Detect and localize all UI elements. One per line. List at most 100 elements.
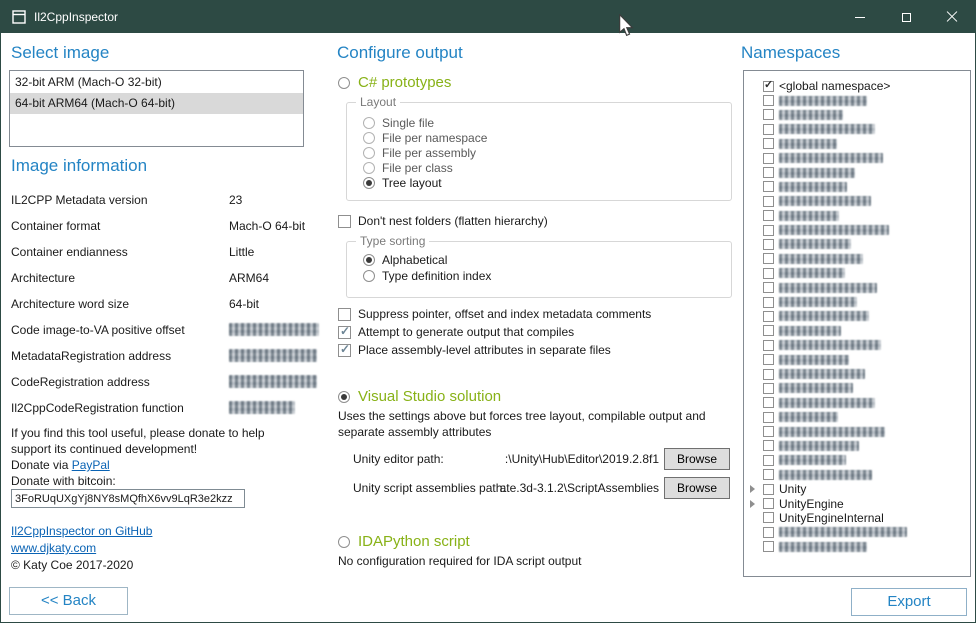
namespace-row[interactable] [750, 424, 970, 438]
redacted-namespace [779, 268, 845, 278]
namespace-row[interactable]: UnityEngineInternal [750, 511, 970, 525]
namespace-row[interactable]: UnityEngine [750, 496, 970, 510]
namespace-row[interactable] [750, 381, 970, 395]
namespace-checkbox[interactable] [763, 484, 774, 495]
namespace-checkbox[interactable] [763, 527, 774, 538]
namespace-checkbox[interactable] [763, 383, 774, 394]
namespace-row[interactable] [750, 295, 970, 309]
namespace-checkbox[interactable] [763, 282, 774, 293]
radio-alphabetical[interactable]: Alphabetical [363, 253, 447, 267]
browse-script-button[interactable]: Browse [664, 477, 730, 499]
namespace-row[interactable] [750, 468, 970, 482]
namespace-checkbox[interactable] [763, 153, 774, 164]
namespace-list: <global namespace> UnityUnityEngineUnityE… [743, 70, 971, 577]
radio-type-definition-index[interactable]: Type definition index [363, 269, 491, 283]
namespace-checkbox[interactable] [763, 354, 774, 365]
radio-file-per-namespace[interactable]: File per namespace [363, 131, 487, 145]
namespace-checkbox[interactable] [763, 469, 774, 480]
namespace-checkbox[interactable] [763, 210, 774, 221]
suppress-checkbox-row[interactable]: Suppress pointer, offset and index metad… [338, 307, 651, 321]
expander-icon[interactable] [750, 485, 763, 493]
namespace-checkbox[interactable] [763, 426, 774, 437]
namespace-checkbox[interactable] [763, 167, 774, 178]
image-list-item[interactable]: 32-bit ARM (Mach-O 32-bit) [10, 72, 303, 93]
expander-icon[interactable] [750, 500, 763, 508]
namespace-checkbox[interactable] [763, 124, 774, 135]
namespace-row[interactable] [750, 338, 970, 352]
namespace-row[interactable]: Unity [750, 482, 970, 496]
namespace-row[interactable] [750, 453, 970, 467]
namespace-checkbox[interactable] [763, 109, 774, 120]
namespace-checkbox[interactable] [763, 311, 774, 322]
namespace-checkbox[interactable] [763, 412, 774, 423]
namespace-row[interactable] [750, 525, 970, 539]
website-link[interactable]: www.djkaty.com [11, 541, 96, 555]
namespace-checkbox[interactable] [763, 340, 774, 351]
namespace-checkbox[interactable] [763, 225, 774, 236]
namespace-checkbox[interactable] [763, 253, 774, 264]
namespace-checkbox[interactable] [763, 138, 774, 149]
maximize-button[interactable] [883, 1, 929, 33]
radio-file-per-class[interactable]: File per class [363, 161, 453, 175]
namespace-checkbox[interactable] [763, 196, 774, 207]
close-button[interactable] [929, 1, 975, 33]
namespace-row[interactable] [750, 122, 970, 136]
github-link[interactable]: Il2CppInspector on GitHub [11, 524, 152, 538]
namespace-row[interactable] [750, 352, 970, 366]
namespace-row[interactable] [750, 237, 970, 251]
namespace-row[interactable]: <global namespace> [750, 79, 970, 93]
namespace-checkbox[interactable] [763, 455, 774, 466]
namespace-row[interactable] [750, 367, 970, 381]
redacted-value [229, 323, 319, 336]
attributes-checkbox-row[interactable]: Place assembly-level attributes in separ… [338, 343, 611, 357]
namespace-row[interactable] [750, 266, 970, 280]
namespace-row[interactable] [750, 223, 970, 237]
namespace-checkbox[interactable] [763, 498, 774, 509]
namespace-checkbox[interactable] [763, 297, 774, 308]
namespace-row[interactable] [750, 252, 970, 266]
namespace-checkbox[interactable] [763, 440, 774, 451]
idapython-radio[interactable]: IDAPython script [338, 533, 470, 550]
bitcoin-address-input[interactable] [11, 489, 245, 508]
browse-editor-button[interactable]: Browse [664, 448, 730, 470]
compile-checkbox-row[interactable]: Attempt to generate output that compiles [338, 325, 574, 339]
namespace-row[interactable] [750, 151, 970, 165]
back-button[interactable]: << Back [9, 587, 128, 615]
namespace-checkbox[interactable] [763, 268, 774, 279]
namespace-row[interactable] [750, 280, 970, 294]
namespace-row[interactable] [750, 439, 970, 453]
radio-file-per-assembly[interactable]: File per assembly [363, 146, 476, 160]
image-list-item-selected[interactable]: 64-bit ARM64 (Mach-O 64-bit) [10, 93, 303, 114]
flatten-checkbox-row[interactable]: Don't nest folders (flatten hierarchy) [338, 214, 548, 228]
namespace-checkbox[interactable] [763, 397, 774, 408]
namespace-row[interactable] [750, 194, 970, 208]
radio-single-file[interactable]: Single file [363, 116, 434, 130]
namespace-row[interactable] [750, 93, 970, 107]
csharp-prototypes-radio[interactable]: C# prototypes [338, 74, 451, 91]
namespace-row[interactable] [750, 396, 970, 410]
visual-studio-radio[interactable]: Visual Studio solution [338, 388, 501, 405]
image-listbox: 32-bit ARM (Mach-O 32-bit) 64-bit ARM64 … [9, 70, 304, 147]
namespace-row[interactable] [750, 137, 970, 151]
namespace-row[interactable] [750, 209, 970, 223]
title-bar[interactable]: Il2CppInspector [1, 1, 975, 33]
namespace-row[interactable] [750, 309, 970, 323]
namespace-checkbox[interactable] [763, 512, 774, 523]
namespace-row[interactable] [750, 410, 970, 424]
namespace-checkbox[interactable] [763, 239, 774, 250]
namespace-checkbox[interactable] [763, 81, 774, 92]
minimize-button[interactable] [837, 1, 883, 33]
namespace-checkbox[interactable] [763, 95, 774, 106]
namespace-row[interactable] [750, 180, 970, 194]
namespace-row[interactable] [750, 165, 970, 179]
namespace-row[interactable] [750, 108, 970, 122]
namespace-row[interactable] [750, 540, 970, 554]
export-button[interactable]: Export [851, 588, 967, 616]
namespace-checkbox[interactable] [763, 181, 774, 192]
namespace-checkbox[interactable] [763, 325, 774, 336]
namespace-checkbox[interactable] [763, 541, 774, 552]
namespace-row[interactable] [750, 324, 970, 338]
namespace-checkbox[interactable] [763, 369, 774, 380]
paypal-link[interactable]: PayPal [72, 458, 110, 472]
radio-tree-layout[interactable]: Tree layout [363, 176, 442, 190]
